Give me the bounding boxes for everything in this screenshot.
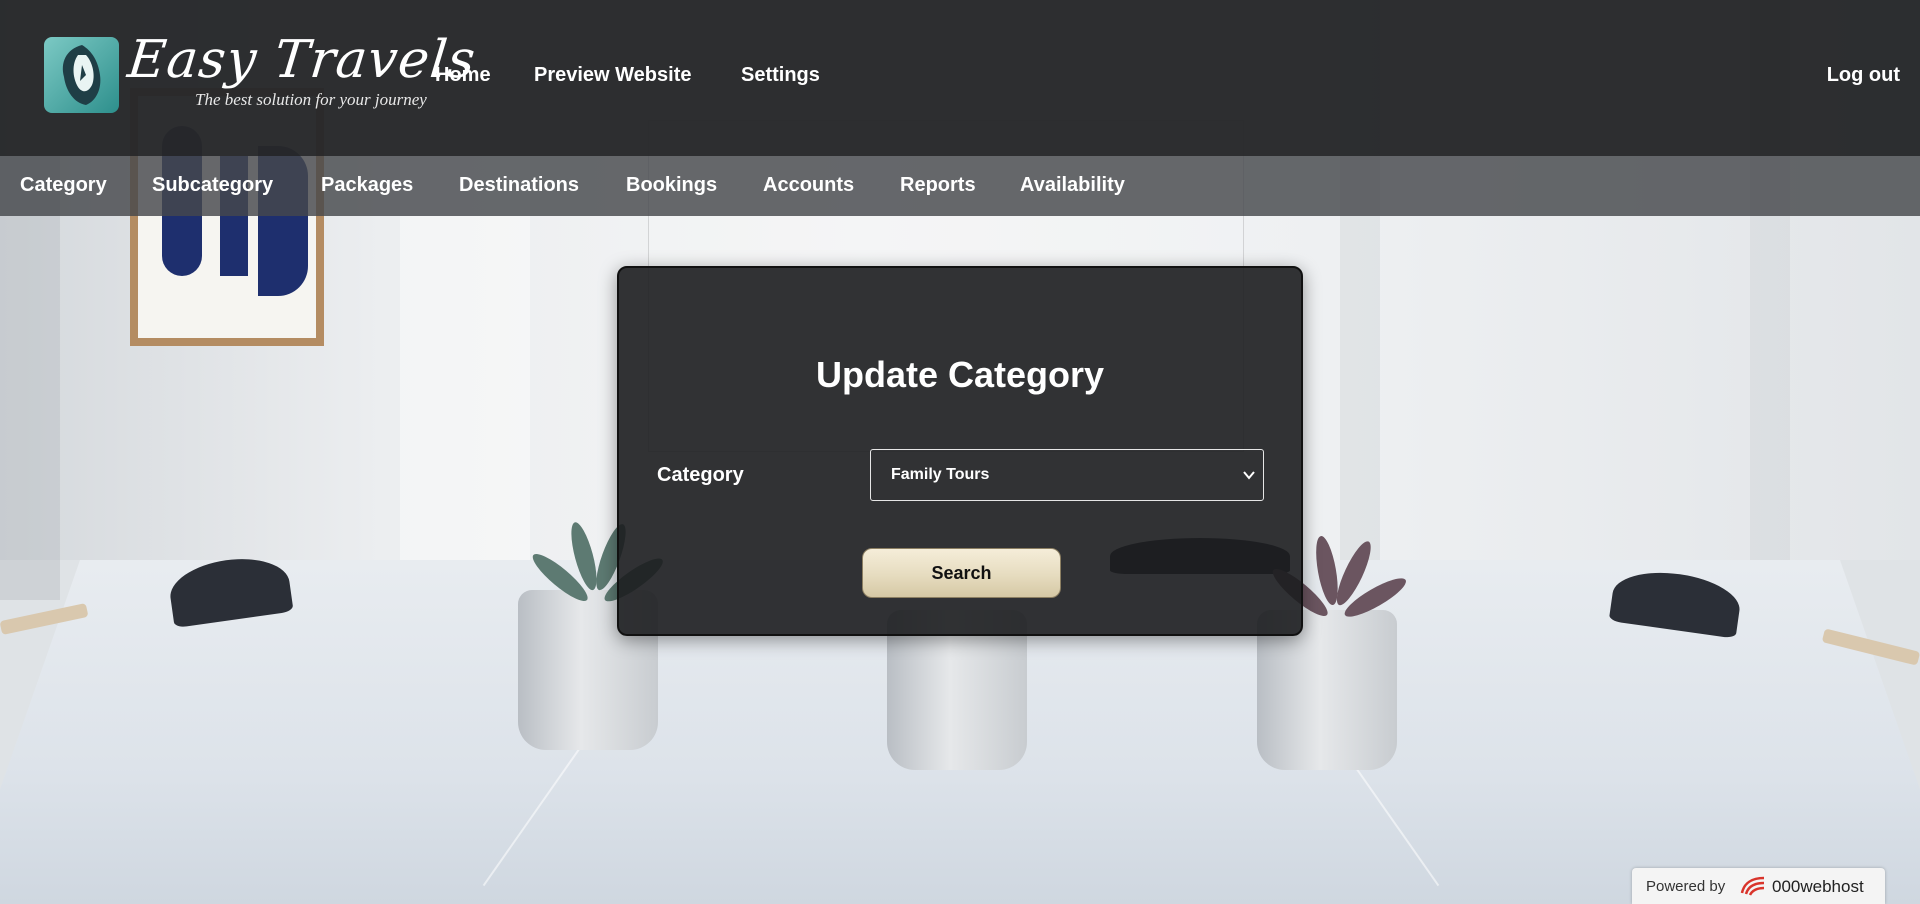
admin-nav: Category Subcategory Packages Destinatio… (0, 156, 1920, 216)
brand-logo[interactable] (44, 37, 119, 113)
nav-bookings[interactable]: Bookings (626, 174, 717, 197)
powered-by-text: Powered by (1646, 878, 1726, 895)
webhost-name: 000webhost (1772, 877, 1864, 896)
top-header: Easy Travels The best solution for your … (0, 0, 1920, 156)
brand-name: Easy Travels (124, 30, 479, 90)
lion-head-icon (62, 45, 101, 105)
category-select-value: Family Tours (891, 466, 990, 483)
nav-reports[interactable]: Reports (900, 174, 976, 197)
nav-packages[interactable]: Packages (321, 174, 413, 197)
logout-link[interactable]: Log out (1827, 64, 1900, 87)
category-select[interactable]: Family Tours (870, 449, 1264, 501)
nav-category[interactable]: Category (20, 174, 107, 197)
nav-accounts[interactable]: Accounts (763, 174, 854, 197)
search-button[interactable]: Search (862, 548, 1061, 598)
nav-availability[interactable]: Availability (1020, 174, 1125, 197)
brand-tagline: The best solution for your journey (195, 90, 427, 109)
page-title: Update Category (815, 354, 1105, 395)
nav-subcategory[interactable]: Subcategory (152, 174, 273, 197)
chevron-down-icon (1243, 471, 1255, 480)
nav-destinations[interactable]: Destinations (459, 174, 579, 197)
nav-settings[interactable]: Settings (741, 64, 820, 87)
powered-by-badge[interactable]: Powered by 000webhost (1632, 868, 1885, 904)
webhost-logo-icon (1740, 876, 1765, 896)
nav-home[interactable]: Home (435, 64, 491, 87)
nav-preview-website[interactable]: Preview Website (534, 64, 691, 87)
category-label: Category (657, 464, 744, 486)
update-category-panel: Update Category Category Family Tours Se… (617, 266, 1303, 636)
